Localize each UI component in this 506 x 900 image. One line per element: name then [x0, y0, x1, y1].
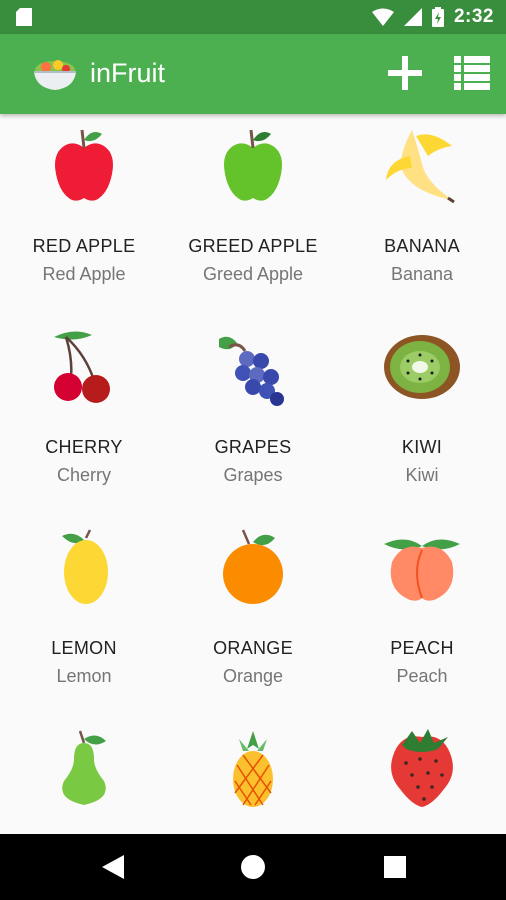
pineapple-icon	[233, 731, 273, 807]
signal-icon	[403, 8, 422, 26]
fruit-card-lemon[interactable]: LEMON Lemon	[0, 516, 168, 716]
fruit-subtitle: Orange	[222, 666, 284, 686]
peach-icon	[384, 539, 460, 601]
app-title: inFruit	[90, 58, 166, 88]
fruit-grid: RED APPLE Red Apple GREED APPLE Greed Ap…	[0, 114, 506, 834]
fruit-subtitle: Cherry	[56, 465, 111, 485]
fruit-subtitle: Grapes	[223, 465, 283, 485]
back-icon[interactable]	[100, 853, 126, 881]
fruit-name: PEACH	[390, 638, 454, 658]
fruit-card-pineapple[interactable]	[169, 717, 337, 834]
grapes-icon	[219, 336, 284, 406]
fruit-card-kiwi[interactable]: KIWI Kiwi	[338, 315, 506, 515]
fruit-card-green-apple[interactable]: GREED APPLE Greed Apple	[169, 114, 337, 314]
sd-card-icon	[16, 8, 32, 26]
home-icon[interactable]	[240, 853, 266, 881]
fruit-name: LEMON	[51, 638, 117, 658]
red-apple-icon	[55, 129, 113, 201]
fruit-name: GREED APPLE	[188, 236, 318, 256]
fruit-name: CHERRY	[45, 437, 123, 457]
fruit-card-grapes[interactable]: GRAPES Grapes	[169, 315, 337, 515]
list-view-icon[interactable]	[454, 56, 490, 90]
fruit-subtitle: Banana	[390, 264, 454, 284]
salad-bowl-icon	[34, 60, 76, 90]
fruit-subtitle: Red Apple	[42, 264, 126, 284]
fruit-card-cherry[interactable]: CHERRY Cherry	[0, 315, 168, 515]
status-bar: 2:32	[0, 0, 506, 34]
battery-icon	[431, 7, 444, 27]
add-icon[interactable]	[386, 54, 424, 92]
fruit-card-peach[interactable]: PEACH Peach	[338, 516, 506, 716]
fruit-subtitle: Lemon	[56, 666, 112, 686]
status-time: 2:32	[453, 6, 494, 27]
fruit-subtitle: Peach	[396, 666, 448, 686]
recents-icon[interactable]	[382, 853, 408, 881]
kiwi-icon	[384, 335, 460, 399]
fruit-subtitle: Kiwi	[405, 465, 439, 485]
strawberry-icon	[391, 729, 453, 807]
banana-icon	[386, 130, 455, 204]
fruit-name: ORANGE	[213, 638, 293, 658]
fruit-name: RED APPLE	[32, 236, 136, 256]
cherry-icon	[54, 331, 110, 403]
orange-icon	[223, 529, 283, 604]
green-apple-icon	[224, 129, 282, 201]
wifi-icon	[371, 8, 394, 26]
fruit-name: GRAPES	[214, 437, 292, 457]
fruit-card-strawberry[interactable]	[338, 717, 506, 834]
fruit-name: KIWI	[401, 437, 443, 457]
fruit-card-pear[interactable]	[0, 717, 168, 834]
fruit-card-banana[interactable]: BANANA Banana	[338, 114, 506, 314]
fruit-card-red-apple[interactable]: RED APPLE Red Apple	[0, 114, 168, 314]
fruit-subtitle: Greed Apple	[202, 264, 304, 284]
navigation-bar	[0, 834, 506, 900]
fruit-card-orange[interactable]: ORANGE Orange	[169, 516, 337, 716]
app-bar: inFruit	[0, 34, 506, 114]
lemon-icon	[62, 529, 108, 604]
pear-icon	[62, 730, 106, 805]
fruit-name: BANANA	[384, 236, 460, 256]
